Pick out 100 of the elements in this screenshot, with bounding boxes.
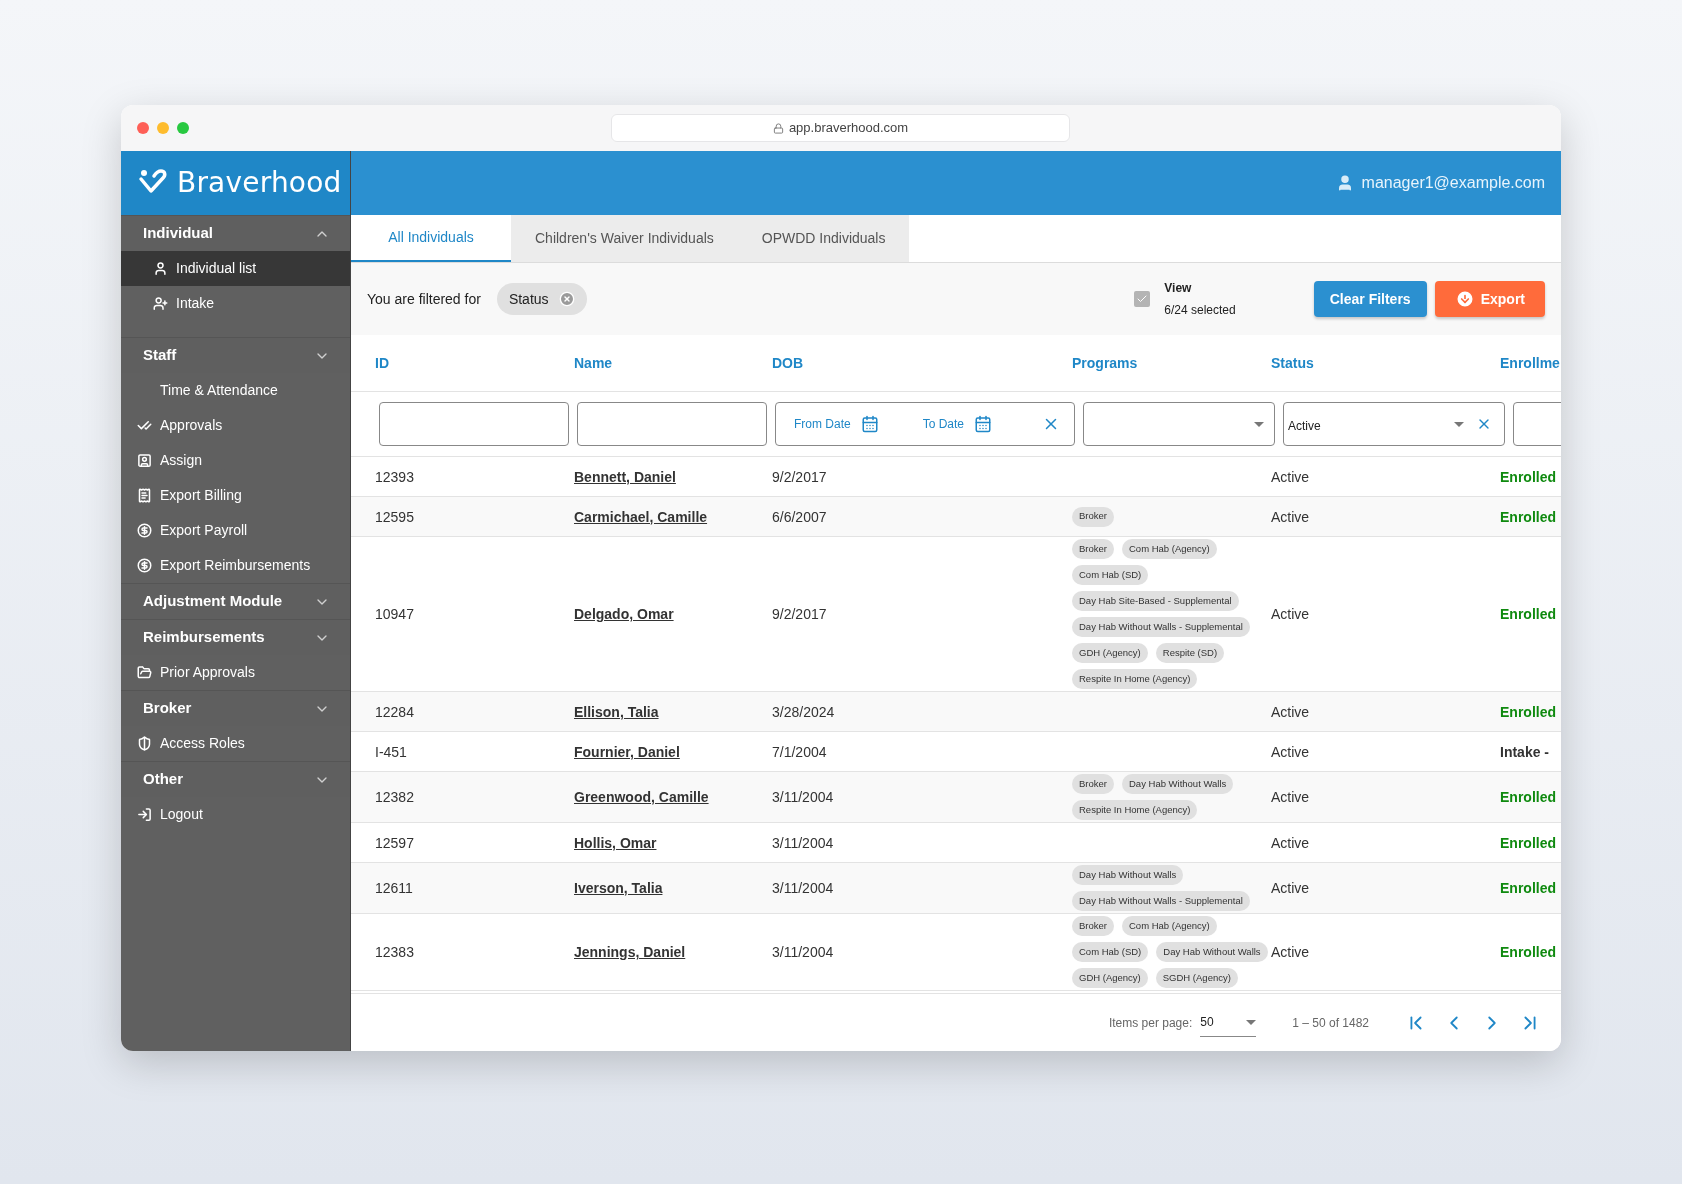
logout-icon	[136, 807, 152, 822]
dob-cell: 9/2/2017	[772, 468, 827, 485]
enrollment-cell: Enrolled	[1500, 468, 1556, 485]
view-count: 6/24 selected	[1164, 302, 1236, 319]
address-bar[interactable]: app.braverhood.com	[611, 114, 1070, 142]
id-cell: 12382	[375, 789, 414, 805]
id-cell: 10947	[375, 606, 414, 622]
person-plus-icon	[152, 296, 168, 311]
dob-cell: 6/6/2007	[772, 508, 827, 525]
tab[interactable]: Children's Waiver Individuals	[511, 215, 738, 262]
name-link[interactable]: Bennett, Daniel	[574, 468, 676, 485]
table-row[interactable]: 12611 Iverson, Talia 3/11/2004 Day Hab Without Walls Day Hab Without Walls - Supplemental Active Enrolled	[351, 863, 1561, 914]
enrollment-cell: Enrolled	[1500, 944, 1556, 960]
enrollment-cell: Enrolled	[1500, 508, 1556, 525]
program-chip: Day Hab Without Walls	[1072, 865, 1184, 885]
name-filter-field[interactable]	[577, 402, 767, 446]
sidebar-item[interactable]: Intake	[121, 286, 350, 321]
program-chip: Broker	[1072, 506, 1114, 527]
program-chip: Broker	[1072, 539, 1114, 559]
status-cell: Active	[1271, 606, 1310, 622]
dollar-icon	[136, 523, 152, 538]
sidebar-item[interactable]: Export Reimbursements	[121, 548, 350, 583]
sidebar-item[interactable]: Access Roles	[121, 726, 350, 761]
dob-cell: 3/11/2004	[772, 789, 834, 805]
program-chip: SGDH (Agency)	[1155, 968, 1238, 988]
check-icon	[1136, 293, 1149, 305]
id-cell: 12383	[375, 944, 414, 960]
tab[interactable]: OPWDD Individuals	[737, 215, 910, 262]
program-chip: Day Hab Without Walls	[1156, 942, 1268, 962]
remove-icon[interactable]	[558, 291, 575, 307]
name-link[interactable]: Ellison, Talia	[574, 703, 659, 720]
id-filter-field[interactable]	[379, 402, 569, 446]
shield-icon	[136, 736, 152, 751]
page-range: 1 – 50 of 1482	[1292, 1014, 1369, 1032]
table-row[interactable]: 12284 Ellison, Talia 3/28/2024 Active Enrolled	[351, 692, 1561, 732]
items-per-page-label: Items per page:	[1108, 1014, 1193, 1032]
status-cell: Active	[1271, 703, 1310, 720]
program-chip: Respite In Home (Agency)	[1072, 800, 1198, 820]
status-select[interactable]: Active	[1283, 402, 1505, 446]
column-header[interactable]: ID	[375, 355, 389, 371]
lock-icon	[772, 122, 784, 134]
id-cell: 12284	[375, 703, 414, 720]
dob-cell: 3/11/2004	[772, 880, 834, 896]
sidebar-item[interactable]: Assign	[121, 443, 350, 478]
name-link[interactable]: Carmichael, Camille	[574, 508, 708, 525]
program-chip: GDH (Agency)	[1072, 968, 1148, 988]
dob-cell: 9/2/2017	[772, 606, 827, 622]
program-chip: Day Hab Without Walls - Supplemental	[1072, 617, 1250, 637]
status-cell: Active	[1271, 880, 1310, 896]
table-row[interactable]: 12595 Carmichael, Camille 6/6/2007 Broker Active Enrolled	[351, 497, 1561, 537]
enrollment-cell: Intake -	[1500, 743, 1549, 760]
dob-cell: 3/11/2004	[772, 944, 834, 960]
name-link[interactable]: Iverson, Talia	[574, 880, 663, 896]
name-link[interactable]: Delgado, Omar	[574, 606, 674, 622]
sidebar-item[interactable]: Prior Approvals	[121, 655, 350, 690]
sidebar-item[interactable]: Export Billing	[121, 478, 350, 513]
filter-chip[interactable]: Status	[496, 283, 587, 315]
receipt-icon	[136, 488, 152, 503]
view-title: View	[1164, 280, 1193, 297]
clear-filters-button[interactable]: Clear Filters	[1313, 281, 1427, 317]
table-row[interactable]: 12383 Jennings, Daniel 3/11/2004 Broker Com Hab (Agency) Com Hab (SD) Day Hab Without Walls GDH (Agency) SGDH (Agency) Active Enrolled	[351, 914, 1561, 991]
sidebar-item[interactable]: Export Payroll	[121, 513, 350, 548]
dropdown-arrow-icon	[1454, 421, 1464, 427]
calendar-icon[interactable]	[860, 415, 879, 433]
status-cell: Active	[1271, 834, 1310, 851]
program-chip: Broker	[1072, 774, 1114, 794]
sidebar-item[interactable]: Individual list	[121, 251, 350, 286]
dob-cell: 3/11/2004	[772, 834, 834, 851]
sidebar-item[interactable]: Logout	[121, 797, 350, 832]
program-chip: Com Hab (SD)	[1072, 565, 1149, 585]
name-link[interactable]: Hollis, Omar	[574, 834, 657, 851]
enrollment-cell: Enrolled	[1500, 834, 1556, 851]
view-checkbox[interactable]	[1134, 291, 1151, 307]
id-cell: 12611	[375, 880, 413, 896]
name-link[interactable]: Jennings, Daniel	[574, 944, 686, 960]
program-chip: Day Hab Without Walls - Supplemental	[1072, 891, 1250, 911]
id-badge-icon	[136, 453, 152, 468]
programs-select[interactable]	[1083, 402, 1275, 446]
calendar-icon[interactable]	[974, 415, 993, 433]
column-header[interactable]: Programs	[1072, 355, 1138, 371]
program-chip: Com Hab (Agency)	[1122, 539, 1217, 559]
brand-name: Braverhood	[177, 165, 342, 201]
column-header[interactable]: Status	[1271, 355, 1314, 371]
page-size-select[interactable]: 50	[1200, 1008, 1257, 1037]
status-cell: Active	[1271, 508, 1310, 525]
table-row[interactable]: 12382 Greenwood, Camille 3/11/2004 Broker Day Hab Without Walls Respite In Home (Agency) Active Enrolled	[351, 772, 1561, 823]
column-header[interactable]: Enrollme	[1500, 355, 1560, 371]
sidebar-item[interactable]: Approvals	[121, 408, 350, 443]
program-chip: Com Hab (SD)	[1072, 942, 1149, 962]
column-header[interactable]: Name	[574, 355, 613, 371]
status-cell: Active	[1271, 743, 1310, 760]
program-chip: Com Hab (Agency)	[1122, 916, 1217, 936]
id-cell: 12595	[375, 508, 414, 525]
download-icon	[1454, 289, 1475, 309]
name-link[interactable]: Greenwood, Camille	[574, 789, 709, 805]
enrollment-cell: Enrolled	[1500, 606, 1556, 622]
column-header[interactable]: DOB	[772, 355, 804, 371]
sidebar-item[interactable]: Time & Attendance	[121, 373, 350, 408]
name-link[interactable]: Fournier, Daniel	[574, 743, 680, 760]
date-range-field[interactable]: From Date To Date	[775, 402, 1075, 446]
